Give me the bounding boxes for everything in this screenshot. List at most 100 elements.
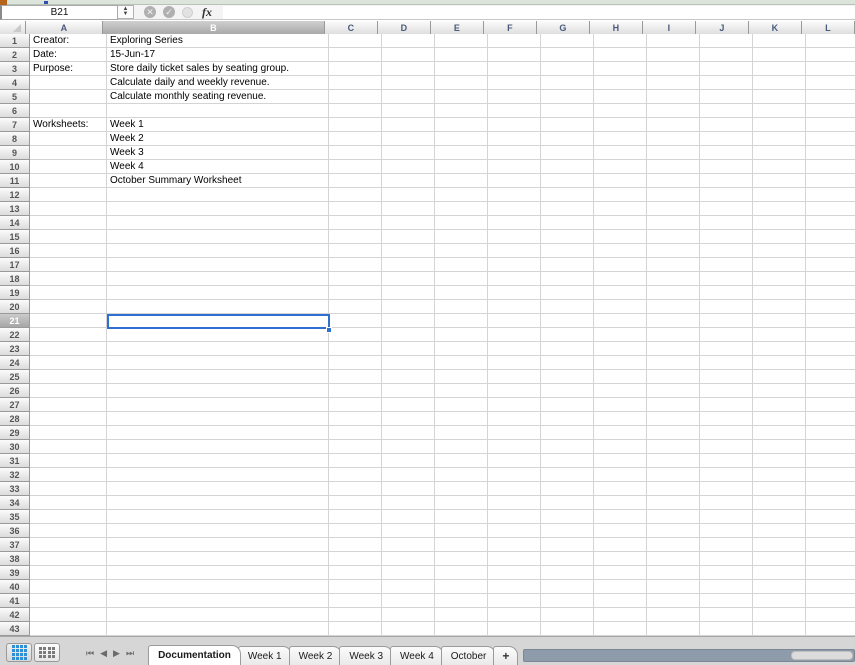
cell-G14[interactable]	[541, 216, 594, 230]
column-header-i[interactable]: I	[643, 21, 696, 34]
cell-G11[interactable]	[541, 174, 594, 188]
cell-L36[interactable]	[806, 524, 855, 538]
cell-L28[interactable]	[806, 412, 855, 426]
cell-C4[interactable]	[329, 76, 382, 90]
cell-E21[interactable]	[435, 314, 488, 328]
column-header-f[interactable]: F	[484, 21, 537, 34]
cell-C30[interactable]	[329, 440, 382, 454]
column-header-e[interactable]: E	[431, 21, 484, 34]
cell-F7[interactable]	[488, 118, 541, 132]
cell-A13[interactable]	[30, 202, 107, 216]
cell-C26[interactable]	[329, 384, 382, 398]
cell-J19[interactable]	[700, 286, 753, 300]
cell-I25[interactable]	[647, 370, 700, 384]
cell-B24[interactable]	[107, 356, 329, 370]
row-header-3[interactable]: 3	[0, 62, 30, 76]
cell-C6[interactable]	[329, 104, 382, 118]
cell-G5[interactable]	[541, 90, 594, 104]
cell-G10[interactable]	[541, 160, 594, 174]
cell-J27[interactable]	[700, 398, 753, 412]
cell-A12[interactable]	[30, 188, 107, 202]
cell-E29[interactable]	[435, 426, 488, 440]
cell-K32[interactable]	[753, 468, 806, 482]
cell-G20[interactable]	[541, 300, 594, 314]
cell-H43[interactable]	[594, 622, 647, 636]
cell-C41[interactable]	[329, 594, 382, 608]
cell-C33[interactable]	[329, 482, 382, 496]
cell-H35[interactable]	[594, 510, 647, 524]
cell-G25[interactable]	[541, 370, 594, 384]
cell-E13[interactable]	[435, 202, 488, 216]
cell-K17[interactable]	[753, 258, 806, 272]
row-header-41[interactable]: 41	[0, 594, 30, 608]
cell-I32[interactable]	[647, 468, 700, 482]
cell-C15[interactable]	[329, 230, 382, 244]
cell-A41[interactable]	[30, 594, 107, 608]
cell-E39[interactable]	[435, 566, 488, 580]
row-header-17[interactable]: 17	[0, 258, 30, 272]
cell-A3[interactable]: Purpose:	[30, 62, 107, 76]
cell-J23[interactable]	[700, 342, 753, 356]
cell-K9[interactable]	[753, 146, 806, 160]
cell-L37[interactable]	[806, 538, 855, 552]
cell-H30[interactable]	[594, 440, 647, 454]
horizontal-scrollbar[interactable]	[523, 649, 855, 662]
cell-E33[interactable]	[435, 482, 488, 496]
cell-J15[interactable]	[700, 230, 753, 244]
cell-F23[interactable]	[488, 342, 541, 356]
cell-H26[interactable]	[594, 384, 647, 398]
cell-A9[interactable]	[30, 146, 107, 160]
row-header-32[interactable]: 32	[0, 468, 30, 482]
cell-F20[interactable]	[488, 300, 541, 314]
cell-K14[interactable]	[753, 216, 806, 230]
cell-A6[interactable]	[30, 104, 107, 118]
cell-I28[interactable]	[647, 412, 700, 426]
cell-A29[interactable]	[30, 426, 107, 440]
cell-B12[interactable]	[107, 188, 329, 202]
cell-A27[interactable]	[30, 398, 107, 412]
cell-K13[interactable]	[753, 202, 806, 216]
cell-B4[interactable]: Calculate daily and weekly revenue.	[107, 76, 329, 90]
column-header-c[interactable]: C	[325, 21, 378, 34]
cell-H42[interactable]	[594, 608, 647, 622]
row-header-18[interactable]: 18	[0, 272, 30, 286]
row-header-34[interactable]: 34	[0, 496, 30, 510]
cell-E31[interactable]	[435, 454, 488, 468]
cell-F24[interactable]	[488, 356, 541, 370]
cell-A4[interactable]	[30, 76, 107, 90]
cell-F5[interactable]	[488, 90, 541, 104]
cell-B20[interactable]	[107, 300, 329, 314]
cell-C19[interactable]	[329, 286, 382, 300]
cell-H5[interactable]	[594, 90, 647, 104]
cell-D9[interactable]	[382, 146, 435, 160]
cell-D19[interactable]	[382, 286, 435, 300]
cell-J7[interactable]	[700, 118, 753, 132]
cell-A15[interactable]	[30, 230, 107, 244]
cell-C27[interactable]	[329, 398, 382, 412]
cell-L8[interactable]	[806, 132, 855, 146]
select-all-corner[interactable]	[0, 21, 26, 34]
cell-G12[interactable]	[541, 188, 594, 202]
row-header-5[interactable]: 5	[0, 90, 30, 104]
cell-K16[interactable]	[753, 244, 806, 258]
cell-K29[interactable]	[753, 426, 806, 440]
cell-J21[interactable]	[700, 314, 753, 328]
cell-D10[interactable]	[382, 160, 435, 174]
cell-C42[interactable]	[329, 608, 382, 622]
cell-K37[interactable]	[753, 538, 806, 552]
cell-I6[interactable]	[647, 104, 700, 118]
cell-A24[interactable]	[30, 356, 107, 370]
cell-E9[interactable]	[435, 146, 488, 160]
cell-B43[interactable]	[107, 622, 329, 636]
cell-L40[interactable]	[806, 580, 855, 594]
cell-D6[interactable]	[382, 104, 435, 118]
cell-K5[interactable]	[753, 90, 806, 104]
cell-L12[interactable]	[806, 188, 855, 202]
sheet-tab-week-4[interactable]: Week 4	[390, 646, 444, 665]
nav-first-icon[interactable]: ⏮	[86, 649, 94, 658]
cell-K39[interactable]	[753, 566, 806, 580]
row-header-33[interactable]: 33	[0, 482, 30, 496]
cell-E19[interactable]	[435, 286, 488, 300]
cell-J2[interactable]	[700, 48, 753, 62]
cell-D17[interactable]	[382, 258, 435, 272]
